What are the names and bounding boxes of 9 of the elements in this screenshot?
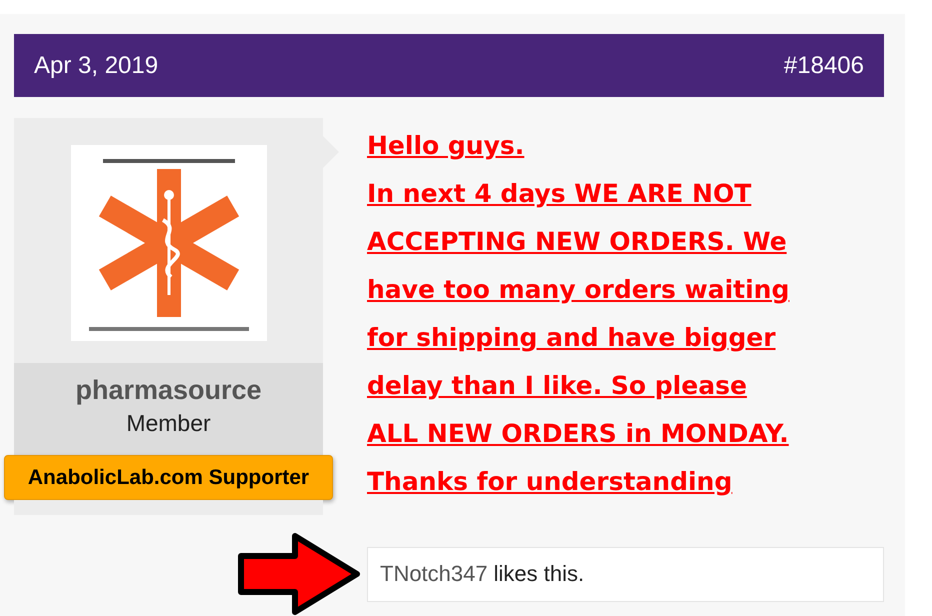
post-date: Apr 3, 2019 [34,52,158,80]
post-number[interactable]: #18406 [784,52,864,80]
message-text: Hello guys. In next 4 days WE ARE NOT ACCEPTING NEW ORDERS. We have too many orders waiting for shipping and have bigger delay than I like. So please ALL NEW ORDERS in MONDAY. Thanks for understanding [367,130,790,498]
arrow-icon [237,532,363,616]
username-link[interactable]: pharmasource [75,375,262,406]
supporter-banner: AnabolicLab.com Supporter [4,455,333,500]
user-role: Member [126,410,211,437]
likes-text: likes this. [494,561,584,587]
liker-link[interactable]: TNotch347 [380,561,488,587]
